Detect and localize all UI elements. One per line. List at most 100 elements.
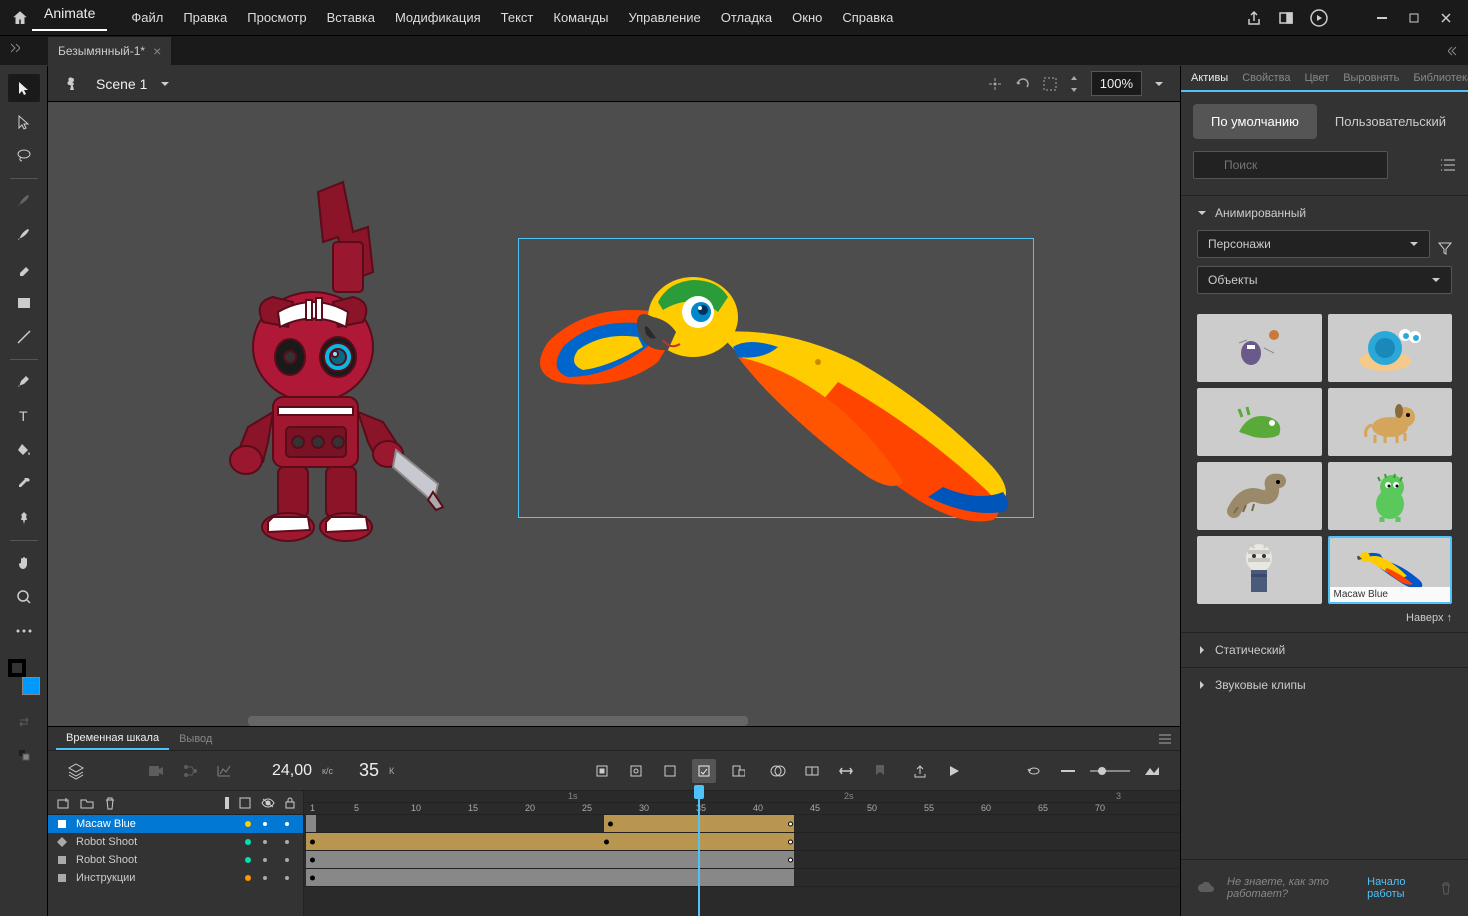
footer-link[interactable]: Начало работы <box>1367 876 1428 900</box>
hand-tool[interactable] <box>8 549 40 577</box>
layer-visibility-dot[interactable] <box>263 840 267 844</box>
layer-lock-dot[interactable] <box>285 876 289 880</box>
asset-thumb-mummy[interactable] <box>1197 536 1322 604</box>
edit-multiple-frames-icon[interactable] <box>800 759 824 783</box>
horizontal-scrollbar[interactable] <box>248 716 748 726</box>
brush-tool[interactable] <box>8 221 40 249</box>
timeline-ruler-frames[interactable]: 1 5 10 15 20 25 30 35 40 45 50 55 60 65 <box>304 803 1180 815</box>
color-swatches[interactable] <box>8 659 40 695</box>
insert-keyframe-icon[interactable] <box>590 759 614 783</box>
menu-edit[interactable]: Правка <box>175 6 235 29</box>
workspace-icon[interactable] <box>1278 10 1294 26</box>
dropdown-characters[interactable]: Персонажи <box>1197 230 1430 258</box>
lock-icon[interactable] <box>285 797 295 809</box>
menu-file[interactable]: Файл <box>123 6 171 29</box>
asset-thumb-ninja[interactable] <box>1197 314 1322 382</box>
delete-icon[interactable] <box>1440 881 1452 895</box>
home-icon[interactable] <box>8 6 32 30</box>
mode-default-button[interactable]: По умолчанию <box>1193 104 1317 139</box>
zoom-stepper-icon[interactable] <box>1069 75 1079 93</box>
play-icon[interactable] <box>1310 9 1328 27</box>
subselection-tool[interactable] <box>8 108 40 136</box>
play-button[interactable] <box>942 759 966 783</box>
menu-control[interactable]: Управление <box>620 6 708 29</box>
dropdown-objects[interactable]: Объекты <box>1197 266 1452 294</box>
camera-icon[interactable] <box>144 759 168 783</box>
search-input[interactable] <box>1193 151 1388 179</box>
graph-icon[interactable] <box>212 759 236 783</box>
chevron-down-icon[interactable] <box>159 78 171 90</box>
auto-keyframe-icon[interactable] <box>692 759 716 783</box>
visibility-icon[interactable] <box>261 798 275 808</box>
asset-thumb-dino-cute[interactable] <box>1328 462 1453 530</box>
tab-align[interactable]: Выровнять <box>1337 68 1405 88</box>
zoom-input[interactable]: 100% <box>1091 71 1142 96</box>
stroke-color-swatch[interactable] <box>8 659 26 677</box>
menu-commands[interactable]: Команды <box>545 6 616 29</box>
track-macaw[interactable] <box>304 815 1180 833</box>
expand-panel-right-icon[interactable] <box>1448 45 1460 57</box>
scene-name[interactable]: Scene 1 <box>96 76 147 92</box>
section-sound-header[interactable]: Звуковые клипы <box>1181 668 1468 702</box>
scene-icon[interactable] <box>64 76 80 92</box>
window-maximize[interactable] <box>1400 8 1428 28</box>
menu-debug[interactable]: Отладка <box>713 6 780 29</box>
eyedropper-tool[interactable] <box>8 470 40 498</box>
center-stage-icon[interactable] <box>987 76 1003 92</box>
zoom-dropdown-icon[interactable] <box>1154 79 1164 89</box>
menu-window[interactable]: Окно <box>784 6 830 29</box>
layer-visibility-dot[interactable] <box>263 822 267 826</box>
layer-row-robot2[interactable]: Robot Shoot <box>48 851 303 869</box>
marker-icon[interactable] <box>868 759 892 783</box>
loop-icon[interactable] <box>1022 759 1046 783</box>
stage-canvas[interactable] <box>48 102 1180 726</box>
timeline-zoom-slider[interactable] <box>1090 770 1130 772</box>
track-instructions[interactable] <box>304 869 1180 887</box>
rectangle-tool[interactable] <box>8 289 40 317</box>
asset-thumb-snail[interactable] <box>1328 314 1453 382</box>
new-folder-icon[interactable] <box>80 797 94 809</box>
tab-output[interactable]: Вывод <box>169 729 222 749</box>
document-tab[interactable]: Безымянный-1* × <box>48 37 171 65</box>
lasso-tool[interactable] <box>8 142 40 170</box>
macaw-character[interactable] <box>498 232 1058 542</box>
current-frame[interactable]: 35 <box>359 760 379 781</box>
zoom-tool[interactable] <box>8 583 40 611</box>
swap-colors-icon[interactable] <box>8 707 40 735</box>
tab-library[interactable]: Библиотека <box>1407 68 1468 88</box>
asset-thumb-dino-green[interactable] <box>1197 388 1322 456</box>
layer-lock-dot[interactable] <box>285 858 289 862</box>
layer-row-robot1[interactable]: Robot Shoot <box>48 833 303 851</box>
timeline-zoom-out[interactable] <box>1056 759 1080 783</box>
clip-content-icon[interactable] <box>1043 77 1057 91</box>
panel-menu-icon[interactable] <box>1158 734 1172 744</box>
cloud-icon[interactable] <box>1197 881 1215 895</box>
asset-thumb-macaw[interactable]: Macaw Blue <box>1328 536 1453 604</box>
menu-view[interactable]: Просмотр <box>239 6 314 29</box>
rotate-stage-icon[interactable] <box>1015 76 1031 92</box>
layer-row-macaw[interactable]: Macaw Blue <box>48 815 303 833</box>
remove-frame-icon[interactable] <box>726 759 750 783</box>
close-icon[interactable]: × <box>153 43 161 59</box>
outline-layer-icon[interactable] <box>239 797 251 809</box>
delete-layer-icon[interactable] <box>104 796 116 810</box>
track-robot2[interactable] <box>304 851 1180 869</box>
insert-blank-keyframe-icon[interactable] <box>624 759 648 783</box>
filter-icon[interactable] <box>1438 241 1452 255</box>
tab-color[interactable]: Цвет <box>1299 68 1336 88</box>
layer-visibility-dot[interactable] <box>263 876 267 880</box>
highlight-layer-icon[interactable] <box>225 797 229 809</box>
eraser-tool[interactable] <box>8 255 40 283</box>
fluid-brush-tool[interactable] <box>8 187 40 215</box>
asset-thumb-dog[interactable] <box>1328 388 1453 456</box>
layers-icon[interactable] <box>64 759 88 783</box>
pen-tool[interactable] <box>8 368 40 396</box>
menu-help[interactable]: Справка <box>834 6 901 29</box>
timeline-frames[interactable]: 1s 2s 3 1 5 10 15 20 25 30 35 40 4 <box>304 791 1180 916</box>
asset-thumb-worm[interactable] <box>1197 462 1322 530</box>
menu-text[interactable]: Текст <box>493 6 542 29</box>
default-colors-icon[interactable] <box>8 741 40 769</box>
fps-value[interactable]: 24,00 <box>272 762 312 780</box>
timeline-view-icon[interactable] <box>1140 759 1164 783</box>
new-layer-icon[interactable] <box>56 796 70 810</box>
